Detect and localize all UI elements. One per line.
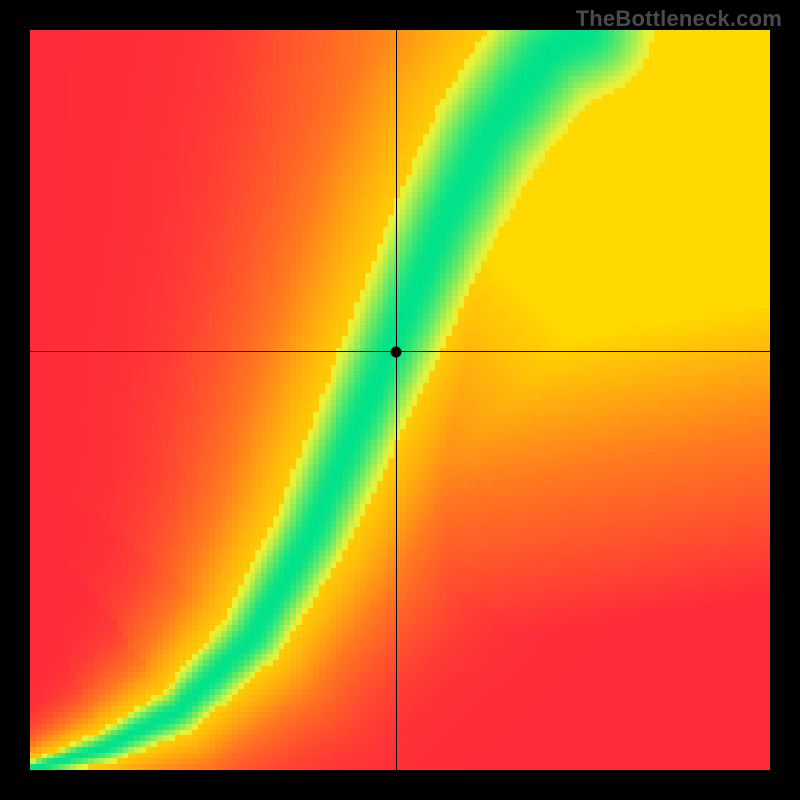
heatmap-canvas — [30, 30, 770, 770]
plot-area — [30, 30, 770, 770]
watermark-text: TheBottleneck.com — [576, 6, 782, 32]
chart-frame: TheBottleneck.com — [0, 0, 800, 800]
